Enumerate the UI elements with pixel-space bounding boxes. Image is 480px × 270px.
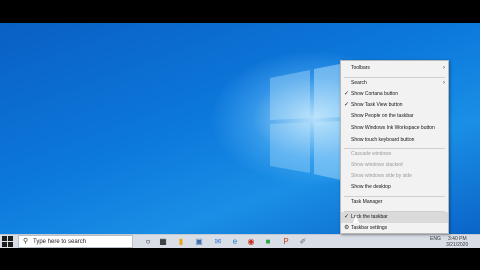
chevron-right-icon: › — [443, 65, 445, 71]
store-icon[interactable]: ▣ — [194, 237, 204, 246]
check-icon: ✓ — [344, 102, 350, 108]
menu-item-show-ink-workspace[interactable]: Show Windows Ink Workspace button — [341, 123, 448, 134]
check-icon: ✓ — [344, 91, 350, 97]
menu-item-task-manager[interactable]: Task Manager — [341, 197, 448, 208]
letterbox-top — [0, 0, 480, 23]
search-icon: ⚲ — [23, 238, 29, 245]
mouse-cursor — [353, 215, 359, 223]
letterbox-bottom — [0, 248, 480, 270]
windows-icon — [2, 236, 7, 241]
green-app-icon[interactable]: ■ — [263, 237, 273, 246]
chevron-right-icon: › — [443, 80, 445, 86]
menu-item-side-by-side: Show windows side by side — [351, 173, 412, 179]
cortana-icon[interactable]: ○ — [143, 237, 153, 246]
menu-item-taskbar-settings[interactable]: ⚙ Taskbar settings — [341, 223, 448, 234]
tray-language[interactable]: ENG — [430, 236, 441, 242]
search-placeholder: Type here to search — [33, 239, 87, 245]
start-button[interactable] — [2, 236, 14, 248]
menu-item-show-desktop[interactable]: Show the desktop — [341, 182, 448, 193]
task-view-icon[interactable]: ▦ — [158, 237, 168, 246]
gear-icon: ⚙ — [344, 225, 350, 231]
taskbar[interactable]: ⚲ Type here to search ○ ▦ ▮ ▣ ✉ e ◉ ■ P … — [0, 234, 480, 248]
paint-icon[interactable]: ✐ — [298, 237, 308, 246]
menu-item-show-touch-keyboard[interactable]: Show touch keyboard button — [341, 135, 448, 146]
chrome-icon[interactable]: ◉ — [246, 237, 256, 246]
edge-icon[interactable]: e — [230, 237, 240, 246]
menu-item-toolbars[interactable]: Toolbars › — [341, 63, 448, 74]
menu-item-show-people[interactable]: Show People on the taskbar — [341, 111, 448, 122]
menu-item-search[interactable]: Search › — [341, 78, 448, 89]
menu-item-show-task-view[interactable]: ✓ Show Task View button — [341, 100, 448, 111]
menu-item-windows-stacked: Show windows stacked — [351, 162, 403, 168]
mail-icon[interactable]: ✉ — [213, 237, 223, 246]
search-box[interactable]: ⚲ Type here to search — [18, 235, 133, 248]
menu-item-show-cortana[interactable]: ✓ Show Cortana button — [341, 89, 448, 100]
check-icon: ✓ — [344, 214, 350, 220]
file-explorer-icon[interactable]: ▮ — [176, 237, 186, 246]
powerpoint-icon[interactable]: P — [281, 237, 291, 246]
taskbar-context-menu: Toolbars › Search › ✓ Show Cortana butto… — [340, 60, 449, 234]
menu-item-cascade-windows: Cascade windows — [351, 151, 392, 157]
